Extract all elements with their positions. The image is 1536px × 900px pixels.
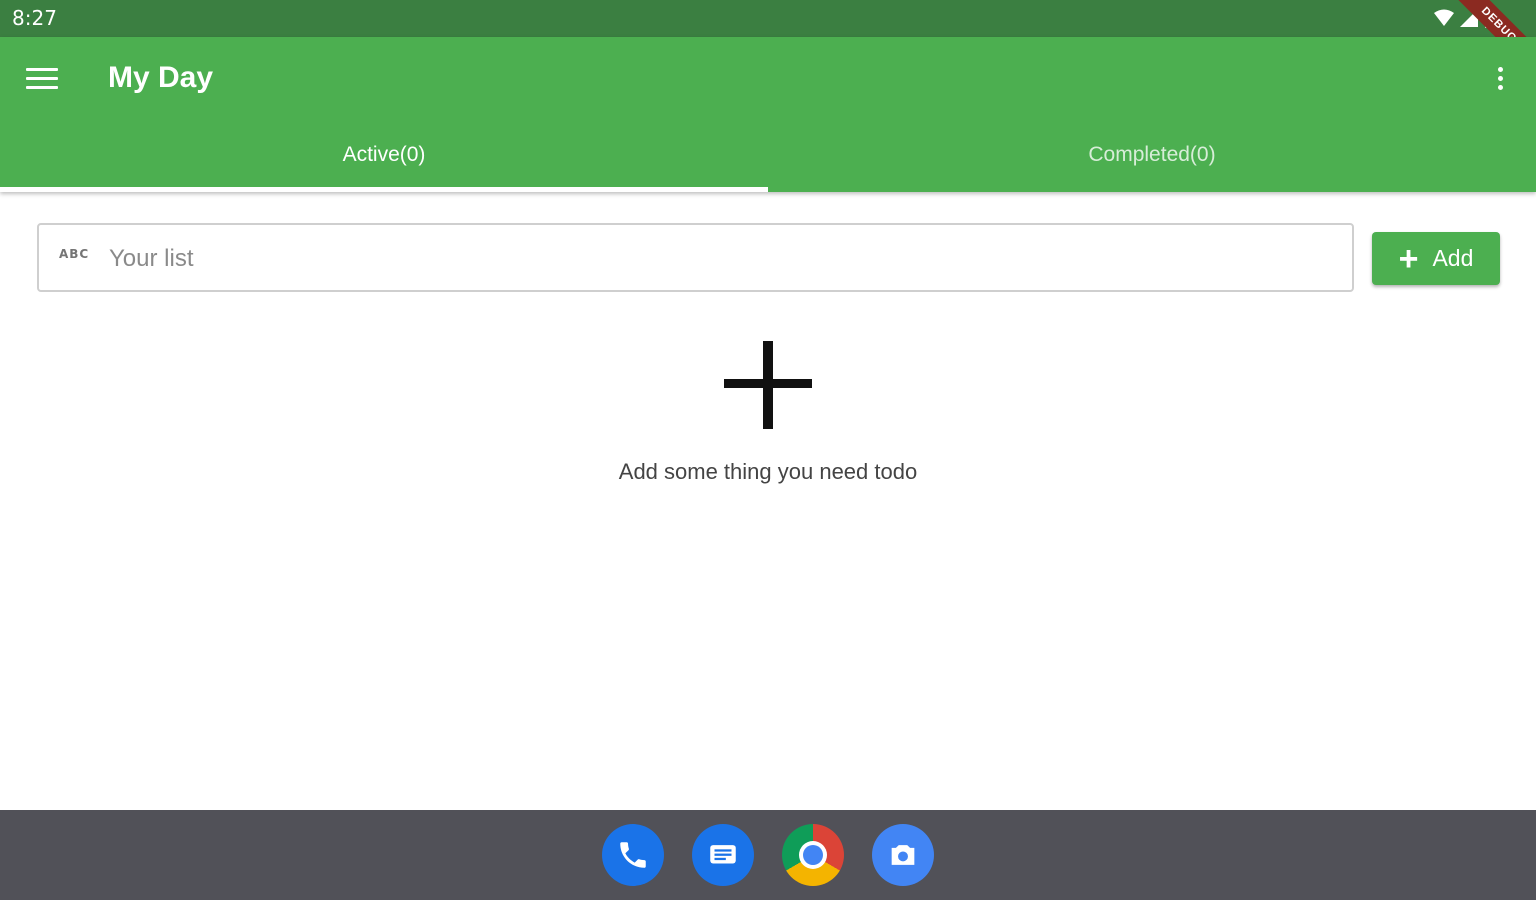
messages-app-icon[interactable] bbox=[692, 824, 754, 886]
add-plus-icon: + bbox=[1398, 239, 1419, 278]
wifi-icon bbox=[1434, 9, 1454, 26]
menu-icon[interactable] bbox=[26, 68, 58, 92]
tab-active[interactable]: Active(0) bbox=[0, 129, 768, 192]
list-input[interactable] bbox=[107, 235, 1311, 283]
app-dock bbox=[602, 824, 934, 886]
chrome-app-icon[interactable] bbox=[782, 824, 844, 886]
navigation-bar bbox=[0, 810, 1536, 900]
add-button[interactable]: + Add bbox=[1372, 232, 1500, 285]
add-button-label: Add bbox=[1432, 245, 1474, 271]
page-title: My Day bbox=[108, 61, 214, 94]
tab-indicator bbox=[0, 187, 768, 192]
plus-icon bbox=[724, 341, 812, 429]
abc-icon: ABC bbox=[59, 247, 90, 261]
tab-bar: Active(0) Completed(0) bbox=[0, 129, 1536, 192]
camera-app-icon[interactable] bbox=[872, 824, 934, 886]
phone-app-icon[interactable] bbox=[602, 824, 664, 886]
app-bar: My Day Active(0) Completed(0) bbox=[0, 37, 1536, 192]
more-options-icon[interactable] bbox=[1490, 67, 1510, 93]
empty-state-message: Add some thing you need todo bbox=[618, 459, 918, 484]
status-time: 8:27 bbox=[12, 6, 57, 30]
list-input-field: ABC bbox=[37, 223, 1354, 292]
status-bar: 8:27 DEBUG bbox=[0, 0, 1536, 86]
tab-completed[interactable]: Completed(0) bbox=[768, 129, 1536, 192]
